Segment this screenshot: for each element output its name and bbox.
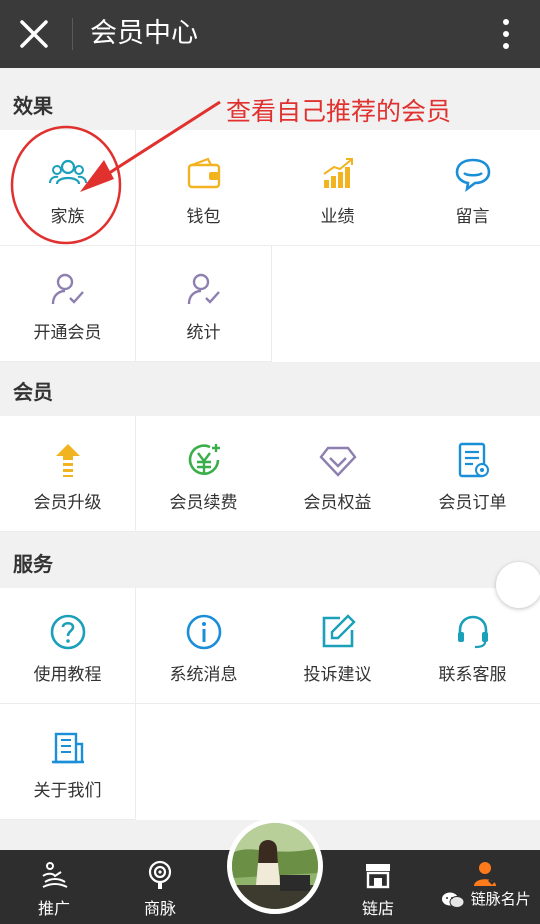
avatar [232,823,318,909]
grid-item-feedback[interactable]: 投诉建议 [270,588,406,704]
diamond-icon [318,446,357,477]
tab-card[interactable] [432,850,540,924]
tab-promote[interactable]: 推广 [0,850,108,924]
watermark-text: 链脉名片 [470,890,531,908]
section-title-service: 服务 [13,552,53,576]
app-header: 会员中心 [0,0,540,68]
network-icon [148,860,172,889]
grid-item-renew[interactable]: 会员续费 [136,416,272,532]
grid-item-privilege[interactable]: 会员权益 [270,416,406,532]
close-icon[interactable] [14,14,54,54]
wechat-icon [442,892,465,908]
grid-item-label: 投诉建议 [303,665,372,685]
grid-item-label: 开通会员 [33,323,102,343]
section-grid-service: 使用教程 系统消息 投诉建议 联系客服 关于我们 [0,588,540,820]
headset-icon [457,615,488,649]
grid-item-upgrade[interactable]: 会员升级 [0,416,136,532]
edit-icon [322,614,356,648]
grid-item-statistics[interactable]: 统计 [136,246,272,362]
grid-item-label: 留言 [455,207,490,227]
floating-button[interactable] [496,562,540,608]
user-check-icon [51,273,84,305]
section-grid-member: 会员升级 会员续费 会员权益 会员订单 [0,416,540,532]
annotation-overlay [10,100,221,245]
annotation-circle [10,125,122,245]
help-icon [50,614,85,650]
section-title-member: 会员 [13,380,53,404]
grid-item-label: 会员权益 [303,493,372,513]
header-divider [72,18,73,50]
page-title: 会员中心 [90,18,198,49]
grid-item-order[interactable]: 会员订单 [405,416,540,532]
card-icon [474,862,499,886]
grid-item-label: 使用教程 [33,665,102,685]
grid-item-tutorial[interactable]: 使用教程 [0,588,136,704]
grid-item-message[interactable]: 留言 [405,130,540,246]
tab-network[interactable]: 商脉 [106,850,214,924]
tab-label: 推广 [37,899,70,918]
message-icon [455,158,490,192]
upgrade-icon [55,444,80,477]
grid-item-open-member[interactable]: 开通会员 [0,246,136,362]
statistics-icon [187,273,220,305]
grid-item-label: 联系客服 [438,665,507,685]
info-icon [186,614,221,650]
tab-label: 链店 [361,899,394,918]
grid-item-label: 关于我们 [33,781,102,801]
grid-item-label: 会员续费 [169,493,238,513]
grid-item-label: 会员升级 [33,493,102,513]
grid-item-system-message[interactable]: 系统消息 [136,588,272,704]
grid-item-label: 统计 [186,323,221,343]
store-icon [366,864,390,889]
grid-item-about-us[interactable]: 关于我们 [0,704,136,820]
more-vertical-icon[interactable] [494,14,518,54]
building-icon [51,732,84,764]
center-avatar-button[interactable] [227,818,323,914]
order-icon [458,442,489,478]
watermark: 链脉名片 [440,888,531,909]
grid-item-label: 会员订单 [438,493,507,513]
renew-icon [188,444,220,475]
annotation-arrow [91,100,221,186]
promote-icon [42,862,68,888]
tab-store[interactable]: 链店 [324,850,432,924]
tab-label: 商脉 [143,899,176,918]
performance-icon [322,158,353,188]
avatar-photo [232,823,318,909]
grid-item-label: 系统消息 [169,665,238,685]
